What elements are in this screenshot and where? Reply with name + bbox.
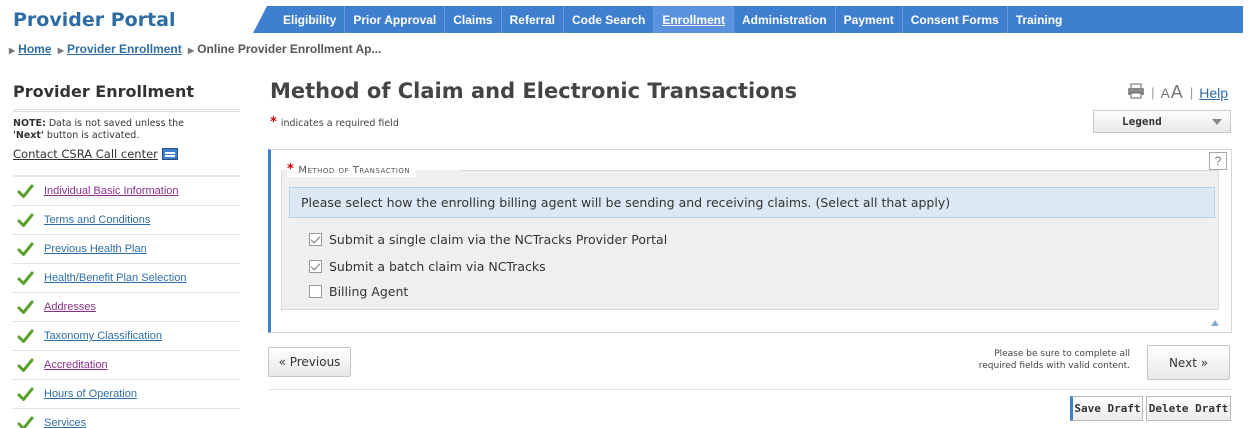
- checkmark-icon: [17, 212, 34, 229]
- font-large-label: A: [1170, 82, 1184, 102]
- nav-consent-forms[interactable]: Consent Forms: [903, 6, 1008, 33]
- breadcrumb-arrow-icon: ▶: [9, 46, 16, 55]
- font-size-icon[interactable]: AA: [1160, 82, 1183, 103]
- option-label: Submit a batch claim via NCTracks: [329, 259, 546, 274]
- option-billing-agent[interactable]: Billing Agent: [309, 284, 408, 299]
- batch-claim-checkbox[interactable]: [309, 260, 322, 273]
- billing-agent-checkbox[interactable]: [309, 285, 322, 298]
- enrollment-steps: Individual Basic Information Terms and C…: [13, 175, 240, 428]
- required-field-text: indicates a required field: [280, 118, 399, 129]
- required-star: *: [270, 115, 277, 130]
- delete-draft-button[interactable]: Delete Draft: [1146, 396, 1231, 421]
- section-help-button[interactable]: ?: [1209, 152, 1227, 170]
- method-of-transaction-panel: * Method of Transaction ? Please select h…: [268, 149, 1232, 333]
- sidebar-item-health-benefit-plan-selection[interactable]: Health/Benefit Plan Selection: [13, 264, 240, 293]
- sidebar-item-label: Individual Basic Information: [44, 185, 179, 197]
- tools-separator: |: [1151, 85, 1155, 100]
- sidebar-item-label: Health/Benefit Plan Selection: [44, 272, 187, 284]
- font-small-label: A: [1160, 85, 1171, 101]
- contact-call-center-link[interactable]: Contact CSRA Call center: [13, 147, 178, 161]
- save-note-text-2: button is activated.: [43, 130, 140, 141]
- nav-claims[interactable]: Claims: [445, 6, 502, 33]
- complete-fields-note: Please be sure to complete all required …: [915, 348, 1130, 372]
- page-tools: | AA | Help: [1127, 82, 1228, 103]
- scroll-to-top-icon[interactable]: [1211, 320, 1219, 326]
- option-single-claim[interactable]: Submit a single claim via the NCTracks P…: [309, 232, 667, 247]
- legend-dropdown[interactable]: Legend: [1093, 110, 1231, 133]
- sidebar: Provider Enrollment NOTE: Data is not sa…: [13, 82, 240, 428]
- checkmark-icon: [17, 386, 34, 403]
- save-note: NOTE: Data is not saved unless the 'Next…: [13, 118, 238, 142]
- sidebar-item-services[interactable]: Services: [13, 409, 240, 428]
- sidebar-item-label: Hours of Operation: [44, 388, 137, 400]
- required-star: *: [287, 162, 295, 177]
- save-draft-button[interactable]: Save Draft: [1070, 396, 1143, 421]
- section-legend-text: Method of Transaction: [298, 165, 411, 176]
- chevron-down-icon: [1212, 118, 1222, 125]
- sidebar-item-taxonomy-classification[interactable]: Taxonomy Classification: [13, 322, 240, 351]
- sidebar-item-label: Services: [44, 417, 87, 428]
- option-label: Submit a single claim via the NCTracks P…: [329, 232, 668, 247]
- checkmark-icon: [17, 328, 34, 345]
- sidebar-title: Provider Enrollment: [13, 82, 240, 112]
- sidebar-item-label: Previous Health Plan: [44, 243, 147, 255]
- nav-payment[interactable]: Payment: [836, 6, 903, 33]
- checkmark-icon: [17, 241, 34, 258]
- nav-code-search[interactable]: Code Search: [564, 6, 655, 33]
- sidebar-item-label: Terms and Conditions: [44, 214, 151, 226]
- legend-dropdown-label: Legend: [1122, 115, 1162, 128]
- nav-training[interactable]: Training: [1008, 6, 1071, 33]
- complete-fields-note-line-1: Please be sure to complete all: [994, 349, 1130, 359]
- save-note-bold: NOTE:: [13, 118, 46, 129]
- nav-administration[interactable]: Administration: [734, 6, 836, 33]
- previous-button[interactable]: « Previous: [268, 347, 351, 377]
- breadcrumb-home[interactable]: Home: [18, 42, 51, 56]
- save-note-next: 'Next': [13, 130, 44, 141]
- sidebar-item-addresses[interactable]: Addresses: [13, 293, 240, 322]
- nav-eligibility[interactable]: Eligibility: [275, 6, 346, 33]
- contact-call-center-label: Contact CSRA Call center: [13, 147, 158, 161]
- print-icon[interactable]: [1127, 83, 1145, 102]
- page-title: Method of Claim and Electronic Transacti…: [270, 79, 798, 103]
- sidebar-item-accreditation[interactable]: Accreditation: [13, 351, 240, 380]
- sidebar-item-hours-of-operation[interactable]: Hours of Operation: [13, 380, 240, 409]
- breadcrumb-provider-enrollment[interactable]: Provider Enrollment: [67, 42, 182, 56]
- breadcrumb: ▶ Home ▶ Provider Enrollment ▶ Online Provi…: [6, 42, 381, 56]
- nav-prior-approval[interactable]: Prior Approval: [345, 6, 446, 33]
- option-label: Billing Agent: [329, 284, 409, 299]
- sidebar-item-individual-basic-information[interactable]: Individual Basic Information: [13, 177, 240, 206]
- nav-enrollment[interactable]: Enrollment: [654, 6, 734, 33]
- single-claim-checkbox[interactable]: [309, 233, 322, 246]
- save-note-text: Data is not saved unless the: [45, 118, 185, 129]
- sidebar-item-label: Accreditation: [44, 359, 108, 371]
- breadcrumb-arrow-icon: ▶: [57, 46, 64, 55]
- checkmark-icon: [17, 183, 34, 200]
- legend-divider: [461, 170, 1219, 171]
- breadcrumb-current: Online Provider Enrollment Ap...: [197, 42, 382, 56]
- checkmark-icon: [17, 357, 34, 374]
- sidebar-item-previous-health-plan[interactable]: Previous Health Plan: [13, 235, 240, 264]
- help-link[interactable]: Help: [1199, 85, 1228, 101]
- portal-title: Provider Portal: [13, 9, 176, 31]
- nav-referral[interactable]: Referral: [502, 6, 564, 33]
- sidebar-item-label: Taxonomy Classification: [44, 330, 162, 342]
- complete-fields-note-line-2: required fields with valid content.: [978, 361, 1130, 371]
- checkmark-icon: [17, 299, 34, 316]
- tools-separator: |: [1189, 85, 1194, 100]
- checkmark-icon: [17, 415, 34, 428]
- sidebar-item-label: Addresses: [44, 301, 96, 313]
- top-navigation: Eligibility Prior Approval Claims Referr…: [253, 6, 1243, 33]
- sidebar-item-terms-and-conditions[interactable]: Terms and Conditions: [13, 206, 240, 235]
- contact-card-icon: [161, 148, 178, 160]
- required-field-note: * indicates a required field: [270, 115, 399, 130]
- breadcrumb-arrow-icon: ▶: [188, 46, 195, 55]
- section-instructions: Please select how the enrolling billing …: [289, 187, 1215, 218]
- checkmark-icon: [17, 270, 34, 287]
- next-button[interactable]: Next »: [1147, 345, 1230, 380]
- option-batch-claim[interactable]: Submit a batch claim via NCTracks: [309, 259, 546, 274]
- section-legend: * Method of Transaction: [287, 162, 417, 177]
- footer-divider: [268, 389, 1232, 390]
